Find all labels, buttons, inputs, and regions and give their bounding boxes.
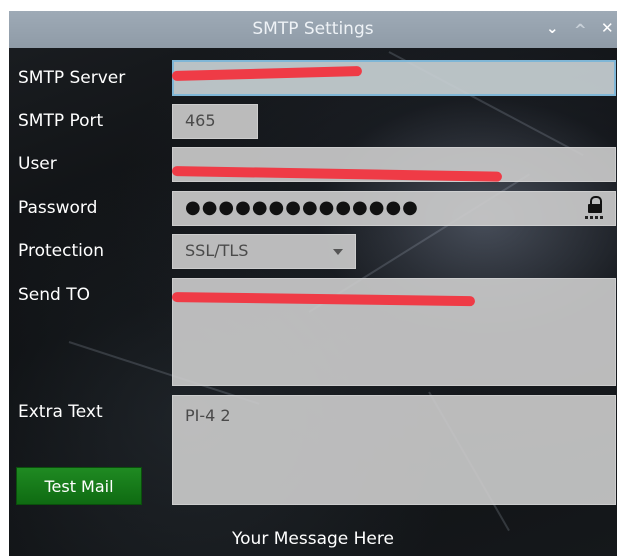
extra-text-label: Extra Text	[18, 402, 103, 422]
password-label: Password	[18, 198, 98, 218]
user-label: User	[18, 154, 57, 174]
smtp-server-label: SMTP Server	[18, 68, 126, 88]
close-icon[interactable]: ✕	[601, 19, 614, 37]
test-mail-button[interactable]: Test Mail	[16, 467, 142, 505]
password-mask: ●●●●●●●●●●●●●●	[185, 197, 419, 218]
maximize-icon[interactable]: ^	[574, 21, 587, 39]
extra-text-textarea[interactable]: PI-4 2	[172, 395, 616, 505]
status-message: Your Message Here	[232, 529, 394, 549]
lock-icon[interactable]	[583, 195, 607, 221]
smtp-port-label: SMTP Port	[18, 111, 104, 131]
window-title: SMTP Settings	[252, 19, 374, 39]
minimize-icon[interactable]: ⌄	[546, 19, 559, 37]
send-to-label: Send TO	[18, 285, 90, 305]
smtp-port-input[interactable]: 465	[172, 104, 258, 139]
protection-select[interactable]: SSL/TLS	[172, 234, 356, 269]
password-input[interactable]: ●●●●●●●●●●●●●●	[172, 191, 616, 226]
title-bar: SMTP Settings ⌄ ^ ✕	[9, 11, 617, 48]
smtp-settings-window: SMTP Settings ⌄ ^ ✕ SMTP Server SMTP Por…	[9, 11, 617, 556]
protection-label: Protection	[18, 241, 105, 261]
protection-value: SSL/TLS	[185, 241, 249, 260]
chevron-down-icon	[333, 249, 343, 255]
